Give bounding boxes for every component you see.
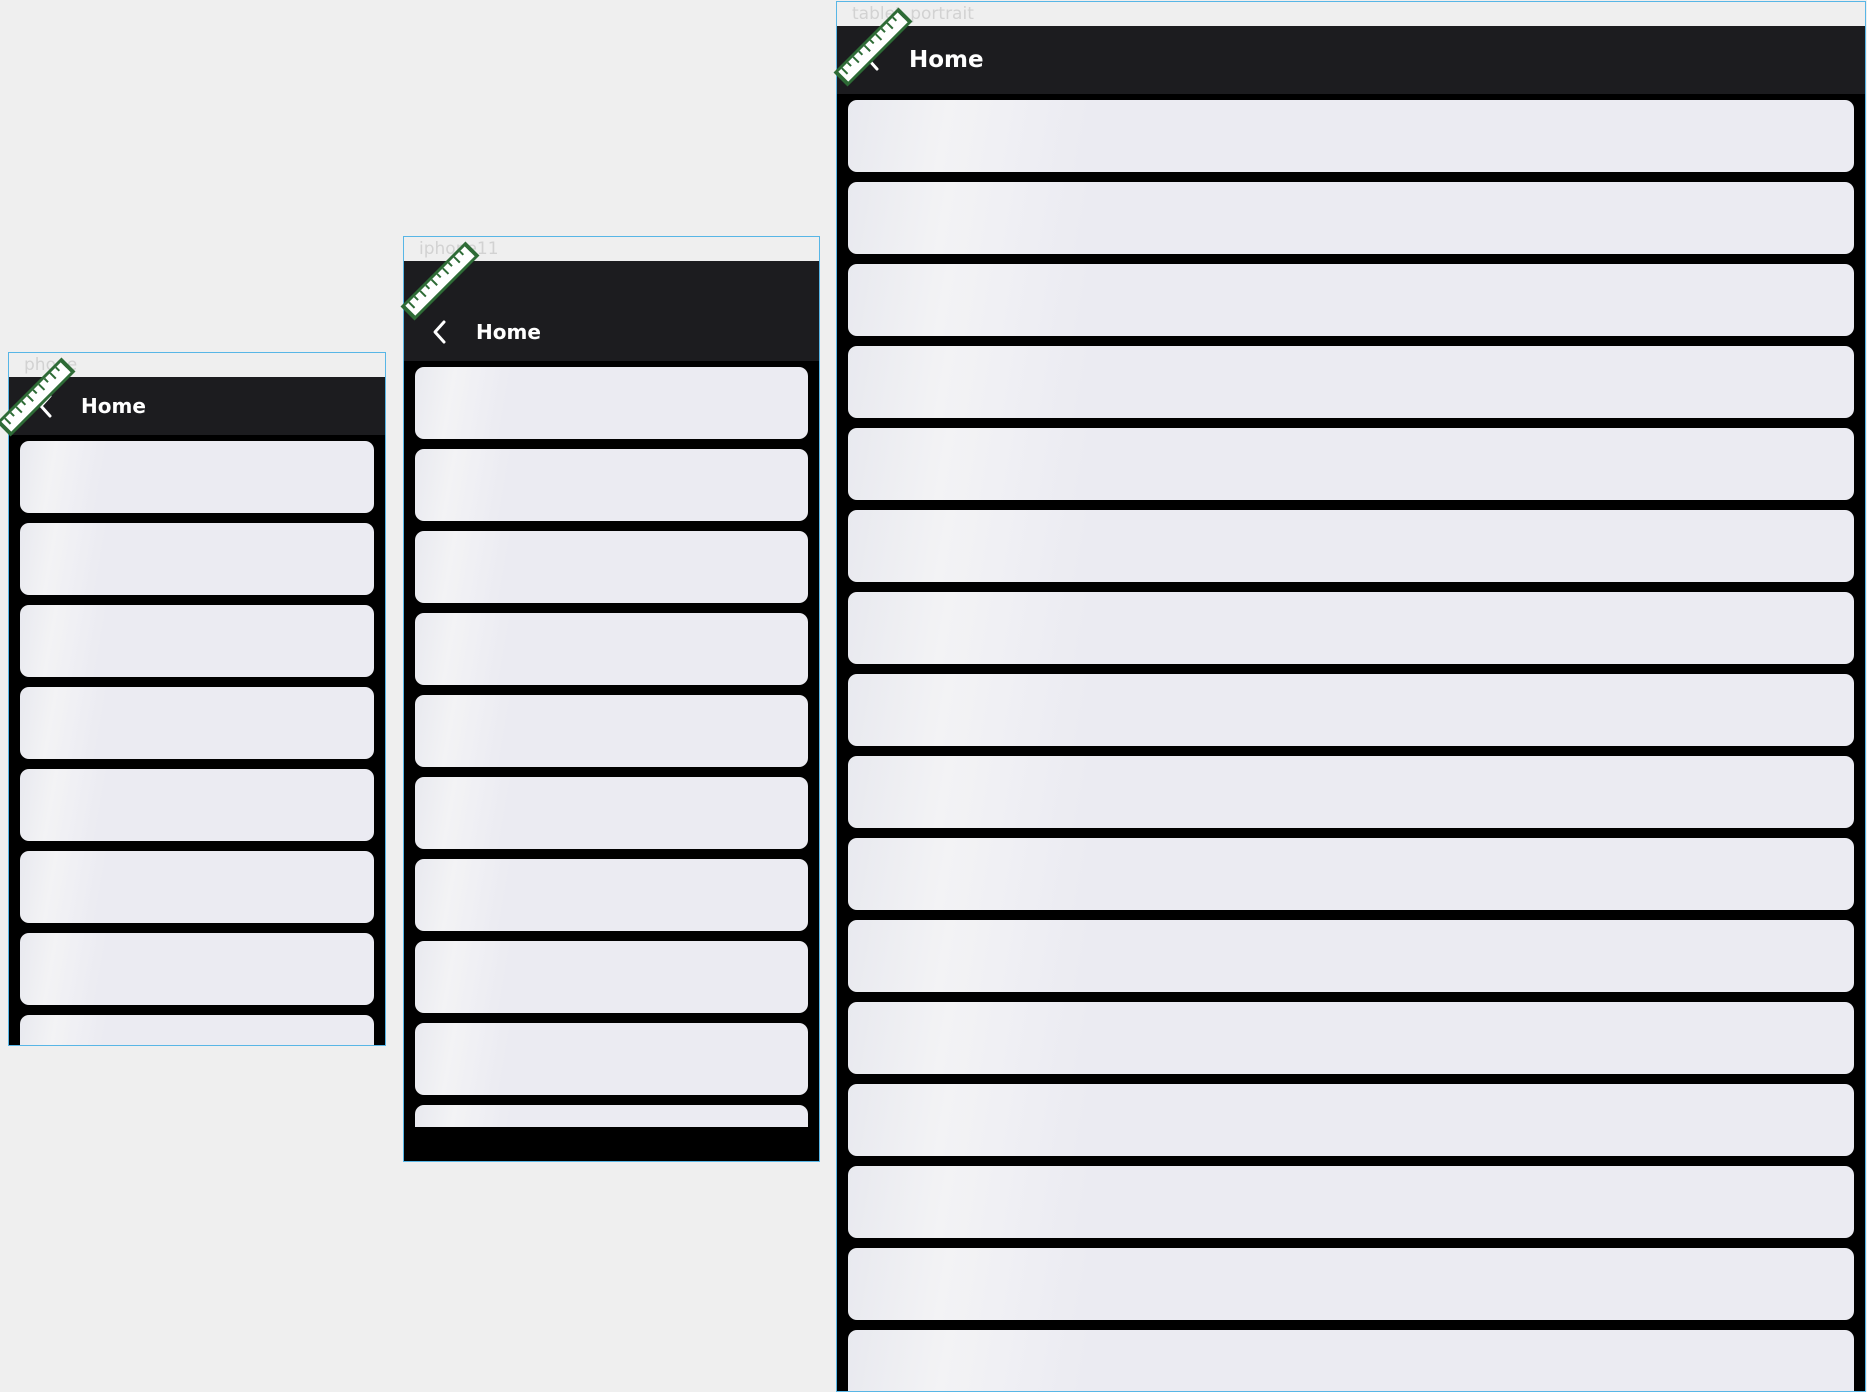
- list-item-card[interactable]: [848, 428, 1854, 500]
- list-item-card[interactable]: [415, 449, 808, 521]
- frame-label: iphone11: [404, 237, 819, 261]
- list-item-card[interactable]: [415, 859, 808, 931]
- list-item-card[interactable]: [415, 695, 808, 767]
- list-item-card[interactable]: [20, 441, 374, 513]
- list-item-card[interactable]: [415, 367, 808, 439]
- device-frame-phone: phone Home: [8, 352, 386, 1046]
- list-item-card[interactable]: [20, 933, 374, 1005]
- list-item-card[interactable]: [415, 941, 808, 1013]
- canvas: phone Home iphone11 Home tablet_portrait…: [0, 0, 1867, 1392]
- card-list[interactable]: [404, 361, 819, 1127]
- list-item-card[interactable]: [20, 851, 374, 923]
- app-bar-title: Home: [81, 394, 146, 418]
- chevron-left-icon[interactable]: [862, 44, 884, 74]
- list-item-card[interactable]: [20, 1015, 374, 1045]
- list-item-card[interactable]: [848, 182, 1854, 254]
- list-item-card[interactable]: [848, 592, 1854, 664]
- device-frame-tablet-portrait: tablet_portrait Home: [836, 1, 1866, 1392]
- list-item-card[interactable]: [848, 264, 1854, 336]
- list-item-card[interactable]: [20, 523, 374, 595]
- chevron-left-icon[interactable]: [35, 391, 57, 421]
- app-bar: Home: [837, 26, 1865, 94]
- chevron-left-icon[interactable]: [429, 317, 451, 347]
- list-item-card[interactable]: [848, 674, 1854, 746]
- list-item-card[interactable]: [848, 756, 1854, 828]
- list-item-card[interactable]: [20, 769, 374, 841]
- home-indicator-area: [404, 1127, 819, 1161]
- list-item-card[interactable]: [415, 613, 808, 685]
- device-frame-iphone11: iphone11 Home: [403, 236, 820, 1162]
- app-bar-title: Home: [909, 47, 984, 73]
- list-item-card[interactable]: [848, 838, 1854, 910]
- card-list[interactable]: [9, 435, 385, 1045]
- list-item-card[interactable]: [848, 1084, 1854, 1156]
- list-item-card[interactable]: [848, 1166, 1854, 1238]
- app-bar: Home: [404, 261, 819, 361]
- list-item-card[interactable]: [848, 510, 1854, 582]
- app-bar: Home: [9, 377, 385, 435]
- list-item-card[interactable]: [415, 777, 808, 849]
- list-item-card[interactable]: [848, 346, 1854, 418]
- list-item-card[interactable]: [415, 531, 808, 603]
- card-list[interactable]: [837, 94, 1865, 1391]
- list-item-card[interactable]: [848, 100, 1854, 172]
- frame-label: tablet_portrait: [837, 2, 1865, 26]
- list-item-card[interactable]: [848, 920, 1854, 992]
- list-item-card[interactable]: [20, 687, 374, 759]
- list-item-card[interactable]: [415, 1023, 808, 1095]
- list-item-card[interactable]: [848, 1248, 1854, 1320]
- frame-label: phone: [9, 353, 385, 377]
- list-item-card[interactable]: [415, 1105, 808, 1127]
- app-bar-title: Home: [476, 320, 541, 344]
- list-item-card[interactable]: [848, 1002, 1854, 1074]
- list-item-card[interactable]: [848, 1330, 1854, 1391]
- list-item-card[interactable]: [20, 605, 374, 677]
